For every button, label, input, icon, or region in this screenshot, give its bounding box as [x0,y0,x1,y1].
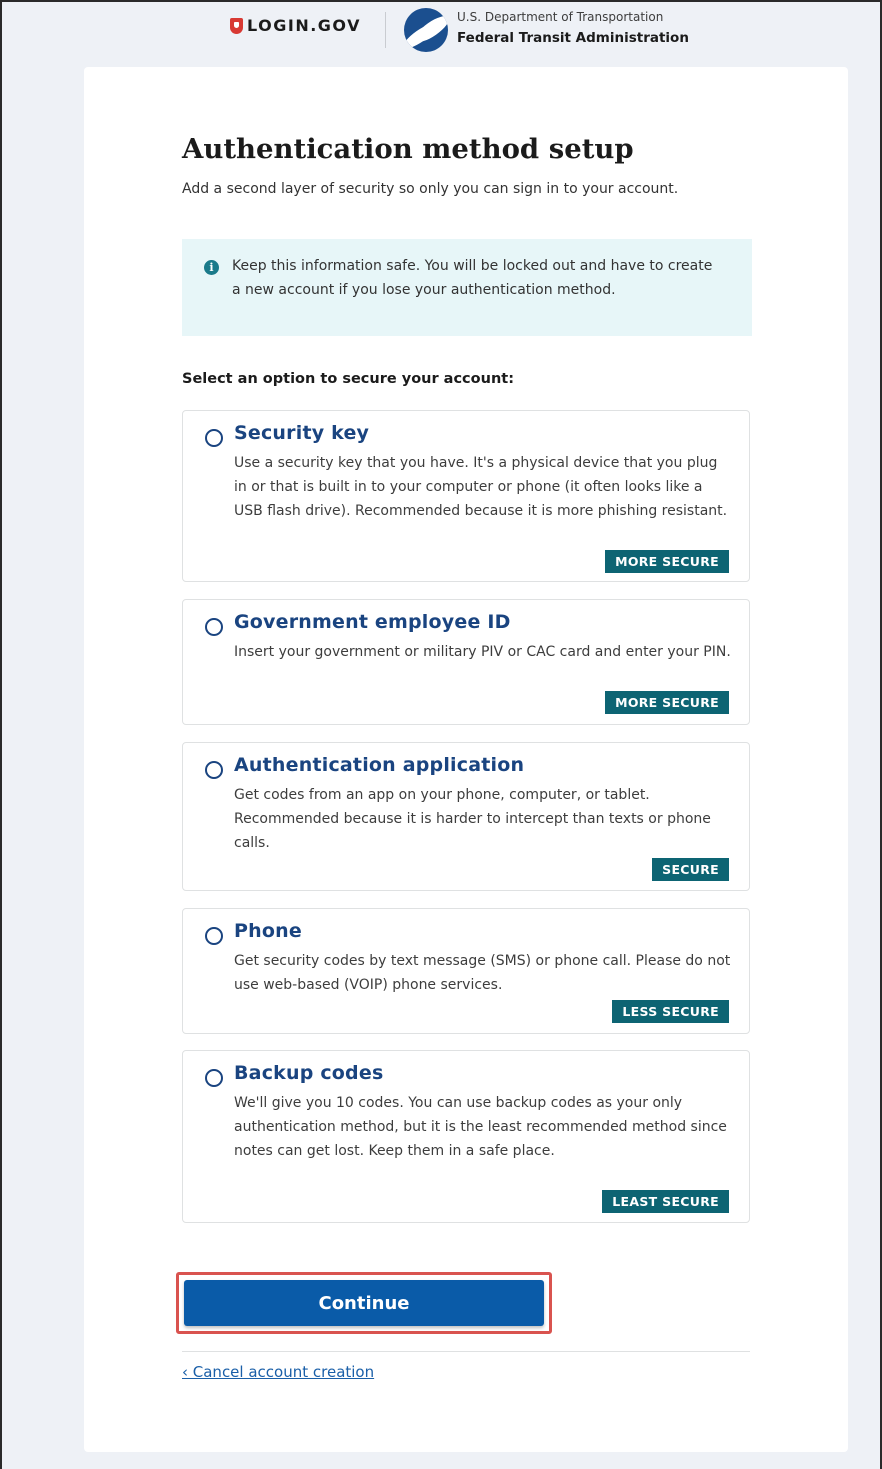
continue-highlight: Continue [176,1272,552,1334]
security-badge: LEAST SECURE [602,1190,729,1213]
option-description: Use a security key that you have. It's a… [234,455,728,519]
agency-name: U.S. Department of Transportation Federa… [457,10,689,47]
footer-divider [182,1351,750,1352]
security-badge: MORE SECURE [605,550,729,573]
select-prompt: Select an option to secure your account: [182,371,514,387]
main-card: Authentication method setup Add a second… [84,67,848,1452]
option-title: Phone [234,920,302,942]
security-badge: SECURE [652,858,729,881]
radio-backup-codes[interactable] [205,1069,223,1087]
option-description: Get codes from an app on your phone, com… [234,787,711,851]
agency-department: U.S. Department of Transportation [457,10,664,24]
login-gov-logo[interactable]: LOGIN.GOV [230,16,361,35]
security-badge: LESS SECURE [612,1000,729,1023]
option-description: We'll give you 10 codes. You can use bac… [234,1095,727,1159]
option-title: Authentication application [234,754,525,776]
header-divider [385,12,386,48]
login-shield-icon [230,17,243,34]
cancel-account-link[interactable]: ‹ Cancel account creation [182,1363,374,1381]
page-title: Authentication method setup [182,133,634,165]
option-backup-codes[interactable]: Backup codes We'll give you 10 codes. Yo… [182,1050,750,1223]
radio-security-key[interactable] [205,429,223,447]
security-badge: MORE SECURE [605,691,729,714]
option-phone[interactable]: Phone Get security codes by text message… [182,908,750,1034]
alert-text: Keep this information safe. You will be … [232,258,713,298]
site-header: LOGIN.GOV U.S. Department of Transportat… [2,2,880,62]
option-title: Backup codes [234,1062,384,1084]
info-alert: i Keep this information safe. You will b… [182,239,752,336]
info-icon: i [204,260,219,275]
page-intro: Add a second layer of security so only y… [182,181,679,197]
dot-logo-icon [404,8,448,52]
radio-government-id[interactable] [205,618,223,636]
continue-button[interactable]: Continue [184,1280,544,1326]
option-description: Get security codes by text message (SMS)… [234,953,731,993]
option-security-key[interactable]: Security key Use a security key that you… [182,410,750,582]
option-title: Security key [234,422,370,444]
option-government-id[interactable]: Government employee ID Insert your gover… [182,599,750,725]
radio-phone[interactable] [205,927,223,945]
option-auth-app[interactable]: Authentication application Get codes fro… [182,742,750,891]
option-description: Insert your government or military PIV o… [234,644,731,660]
logo-text: LOGIN.GOV [247,16,361,35]
radio-auth-app[interactable] [205,761,223,779]
option-title: Government employee ID [234,611,511,633]
agency-title: Federal Transit Administration [457,29,689,46]
